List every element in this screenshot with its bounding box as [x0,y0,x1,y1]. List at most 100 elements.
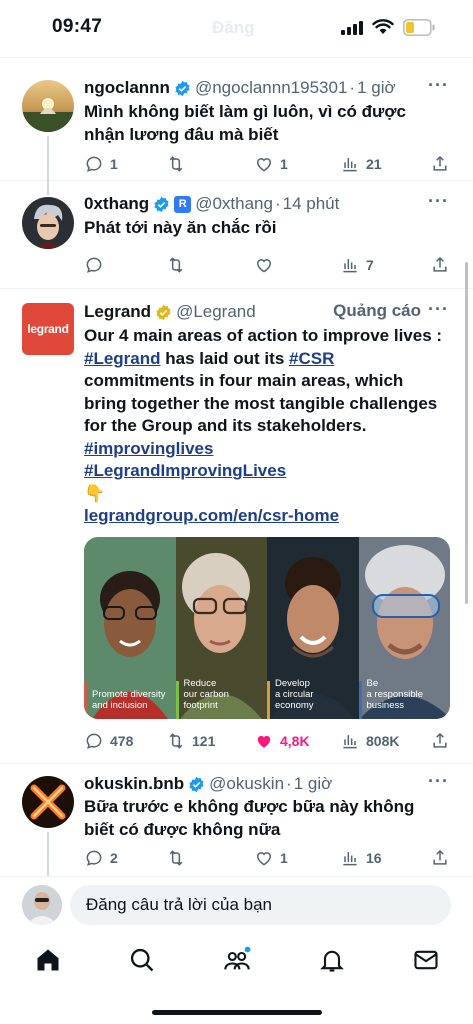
cellular-signal-icon [341,21,363,35]
timeline-feed: ngoclannn @ngoclannn195301 · 1 giờ ··· M… [0,66,473,884]
hashtag-link[interactable]: #improvinglives [84,439,213,458]
hashtag-link[interactable]: #LegrandImprovingLives [84,461,286,480]
separator-dot: · [286,774,292,793]
retweet-icon [169,733,183,749]
like-icon [256,158,272,172]
reply-button[interactable] [84,255,110,275]
notifications-icon[interactable] [318,946,346,974]
reply-button[interactable]: 478 [84,731,133,751]
author-handle[interactable]: @ngoclannn195301 [195,78,347,98]
messages-icon[interactable] [412,946,440,974]
promoted-tweet[interactable]: legrand Legrand @Legrand Quảng cáo ··· O… [0,289,473,764]
media-panel-carbon[interactable]: Reduce our carbon footprint [175,537,267,719]
tweet-time[interactable]: 1 giờ [294,774,333,794]
like-count: 1 [280,850,288,866]
more-options-icon[interactable]: ··· [428,191,449,212]
reply-input[interactable]: Đăng câu trả lời của bạn [70,885,451,925]
share-button[interactable] [430,255,456,275]
retweet-button[interactable] [166,255,192,275]
url-link[interactable]: legrandgroup.com/en/csr-home [84,506,339,525]
author-handle[interactable]: @Legrand [176,302,256,322]
like-button[interactable]: 4,8K [254,731,310,751]
status-time: 09:47 [52,16,103,37]
home-icon[interactable] [34,946,62,974]
like-filled-icon [257,735,271,748]
share-button[interactable] [430,848,456,868]
media-panel-circular[interactable]: Develop a circular economy [267,537,359,719]
media-panel-responsible[interactable]: Be a responsible business [358,537,450,719]
tweet-actions: 478 121 4,8K 808K [84,731,448,753]
affiliate-badge-icon: R [174,195,192,213]
tweet[interactable]: okuskin.bnb @okuskin · 1 giờ ··· Bữa trư… [0,764,473,884]
reply-button[interactable]: 1 [84,154,118,174]
like-count: 4,8K [280,733,310,749]
avatar-okuskin[interactable] [22,776,74,828]
reply-count: 478 [110,733,134,749]
more-options-icon[interactable]: ··· [428,299,449,320]
scrollbar-thumb[interactable] [465,262,468,604]
like-button[interactable]: 1 [254,848,288,868]
battery-icon [403,19,435,36]
author-name[interactable]: 0xthang [84,194,149,214]
retweet-button[interactable] [166,848,192,868]
legrand-logo[interactable]: legrand [22,303,74,355]
thread-line [47,136,49,181]
tweet-actions: 1 1 21 [84,154,448,176]
more-options-icon[interactable]: ··· [428,771,449,792]
retweet-count: 121 [192,733,216,749]
tweet-text: Our 4 main areas of action to improve li… [84,325,449,528]
panel-caption: Promote diversity and inclusion [92,689,166,711]
tweet-header: okuskin.bnb @okuskin · 1 giờ [84,774,445,794]
search-icon[interactable] [128,946,156,974]
media-panel-diversity[interactable]: Promote diversity and inclusion [84,537,176,719]
avatar-0xthang[interactable] [22,197,74,249]
bottom-tab-bar [0,932,473,1024]
views-button[interactable]: 7 [340,255,374,275]
share-button[interactable] [430,154,456,174]
tweet-time[interactable]: 14 phút [283,194,340,214]
text-segment: Our 4 main areas of action to improve li… [84,326,443,345]
retweet-button[interactable] [166,154,192,174]
thread-line [47,181,49,195]
views-button[interactable]: 808K [340,731,399,751]
like-button[interactable]: 1 [254,154,288,174]
reply-count: 2 [110,850,118,866]
author-handle[interactable]: @okuskin [209,774,284,794]
reply-icon [86,257,102,273]
author-name[interactable]: Legrand [84,302,151,322]
tweet[interactable]: 0xthang R @0xthang · 14 phút ··· Phát tớ… [0,181,473,289]
hashtag-link[interactable]: #Legrand [84,349,161,368]
more-options-icon[interactable]: ··· [428,75,449,96]
like-icon [256,852,272,866]
tweet-header: ngoclannn @ngoclannn195301 · 1 giờ [84,78,445,98]
share-button[interactable] [430,731,456,751]
panel-accent-bar [84,681,87,719]
tweet[interactable]: ngoclannn @ngoclannn195301 · 1 giờ ··· M… [0,66,473,181]
reply-icon [86,733,102,749]
retweet-button[interactable]: 121 [166,731,215,751]
author-handle[interactable]: @0xthang [195,194,273,214]
reply-button[interactable]: 2 [84,848,118,868]
current-user-avatar[interactable] [22,885,62,925]
tweet-time[interactable]: 1 giờ [357,78,396,98]
header-title-faded: Đăng [212,18,255,37]
views-button[interactable]: 21 [340,154,382,174]
reply-bar: Đăng câu trả lời của bạn [0,876,473,932]
verified-badge-icon [175,80,190,96]
avatar-ngoclannn[interactable] [22,80,74,132]
view-count: 7 [366,257,374,273]
views-button[interactable]: 16 [340,848,382,868]
author-name[interactable]: okuskin.bnb [84,774,184,794]
like-button[interactable] [254,255,280,275]
retweet-icon [169,156,183,172]
tweet-actions: 7 [84,255,448,277]
verified-badge-icon [154,196,169,212]
hashtag-link[interactable]: #CSR [289,349,334,368]
views-icon [343,259,357,273]
author-name[interactable]: ngoclannn [84,78,170,98]
ad-media-carousel[interactable]: Promote diversity and inclusion Reduce o… [84,537,450,719]
share-icon [433,256,447,272]
panel-caption: Be a responsible business [366,678,424,711]
retweet-icon [169,850,183,866]
communities-icon[interactable] [223,946,251,974]
